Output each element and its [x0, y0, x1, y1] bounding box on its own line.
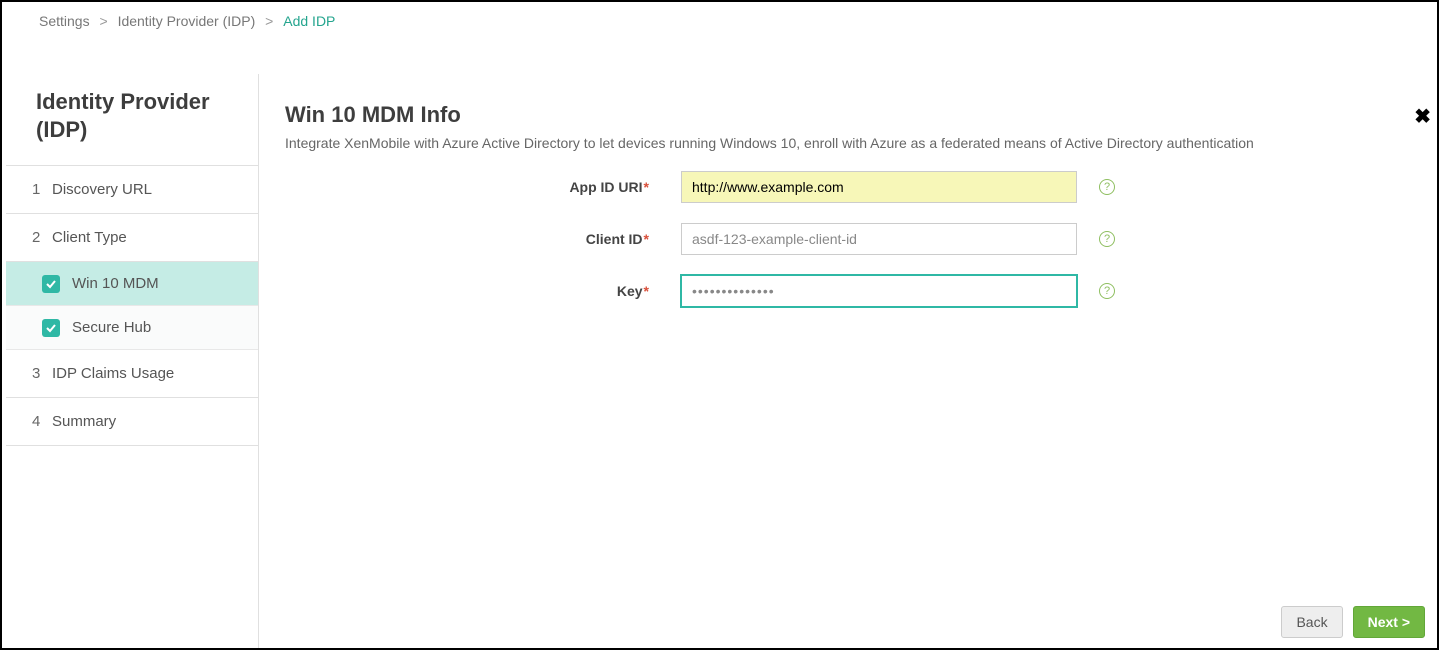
step-summary[interactable]: 4 Summary	[6, 398, 258, 446]
wizard-sidebar: Identity Provider (IDP) 1 Discovery URL …	[2, 60, 258, 648]
help-icon[interactable]: ?	[1099, 231, 1115, 247]
checkbox-checked-icon	[42, 275, 60, 293]
page-title: Win 10 MDM Info	[285, 102, 1411, 128]
checkbox-checked-icon	[42, 319, 60, 337]
close-icon[interactable]: ✖	[1414, 104, 1431, 129]
substep-win10-mdm[interactable]: Win 10 MDM	[6, 262, 258, 306]
sidebar-title: Identity Provider (IDP)	[6, 60, 258, 165]
breadcrumb-sep: >	[99, 13, 107, 29]
breadcrumb-settings[interactable]: Settings	[39, 13, 90, 29]
label-app-id-uri: App ID URI*	[285, 179, 653, 195]
key-input[interactable]	[681, 275, 1077, 307]
page-description: Integrate XenMobile with Azure Active Di…	[285, 135, 1411, 151]
breadcrumb-current: Add IDP	[283, 13, 335, 29]
breadcrumb-idp[interactable]: Identity Provider (IDP)	[118, 13, 256, 29]
main-panel: ✖ Win 10 MDM Info Integrate XenMobile wi…	[258, 74, 1437, 648]
step-idp-claims-usage[interactable]: 3 IDP Claims Usage	[6, 350, 258, 398]
step-client-type[interactable]: 2 Client Type	[6, 214, 258, 262]
client-id-input[interactable]	[681, 223, 1077, 255]
back-button[interactable]: Back	[1281, 606, 1342, 638]
app-id-uri-input[interactable]	[681, 171, 1077, 203]
help-icon[interactable]: ?	[1099, 179, 1115, 195]
next-button[interactable]: Next >	[1353, 606, 1425, 638]
help-icon[interactable]: ?	[1099, 283, 1115, 299]
label-key: Key*	[285, 283, 653, 299]
label-client-id: Client ID*	[285, 231, 653, 247]
substep-secure-hub[interactable]: Secure Hub	[6, 306, 258, 350]
breadcrumb-sep: >	[265, 13, 273, 29]
step-discovery-url[interactable]: 1 Discovery URL	[6, 166, 258, 214]
breadcrumb: Settings > Identity Provider (IDP) > Add…	[2, 2, 1437, 40]
